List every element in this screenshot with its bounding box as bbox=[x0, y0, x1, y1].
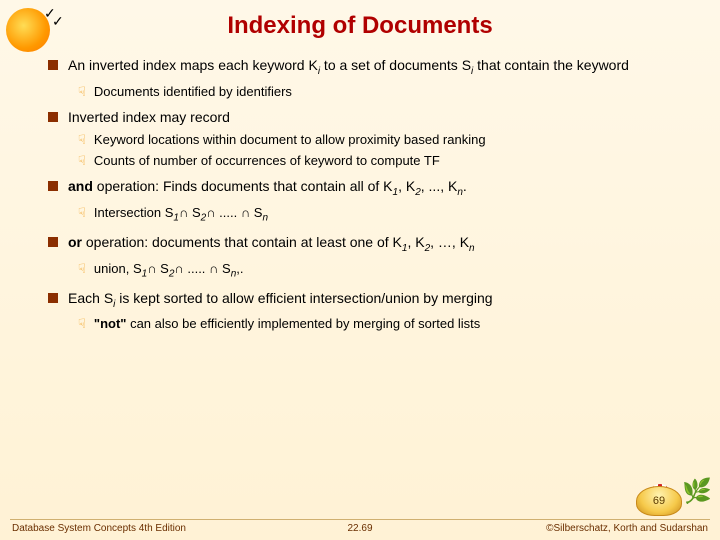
footer-center: 22.69 bbox=[244, 523, 476, 534]
footer-divider bbox=[10, 519, 710, 520]
bullet-text: An inverted index maps each keyword Ki t… bbox=[68, 57, 684, 79]
bullet-item: An inverted index maps each keyword Ki t… bbox=[48, 57, 684, 79]
footer-left: Database System Concepts 4th Edition bbox=[12, 523, 244, 534]
sub-bullet: ☟ Counts of number of occurrences of key… bbox=[78, 153, 684, 169]
bullet-icon bbox=[48, 293, 58, 303]
sub-text: Counts of number of occurrences of keywo… bbox=[94, 153, 684, 169]
sub-text: Keyword locations within document to all… bbox=[94, 132, 684, 148]
bullet-icon bbox=[48, 181, 58, 191]
sub-text: Documents identified by identifiers bbox=[94, 84, 684, 100]
hand-icon: ☟ bbox=[78, 84, 86, 100]
bullet-item: or operation: documents that contain at … bbox=[48, 234, 684, 256]
bird-icon: ✓ bbox=[52, 14, 64, 28]
hand-icon: ☟ bbox=[78, 132, 86, 148]
bullet-icon bbox=[48, 112, 58, 122]
bullet-item: and operation: Finds documents that cont… bbox=[48, 178, 684, 200]
sub-bullet: ☟ Documents identified by identifiers bbox=[78, 84, 684, 100]
sub-bullet: ☟ "not" can also be efficiently implemen… bbox=[78, 316, 684, 332]
slide-number-badge: 69 bbox=[636, 486, 682, 516]
sub-text: union, S1∩ S2∩ ..... ∩ Sn,. bbox=[94, 261, 684, 281]
bullet-icon bbox=[48, 237, 58, 247]
footer-right: ©Silberschatz, Korth and Sudarshan bbox=[476, 523, 708, 534]
sub-bullet: ☟ Keyword locations within document to a… bbox=[78, 132, 684, 148]
bullet-item: Each Si is kept sorted to allow efficien… bbox=[48, 290, 684, 312]
sub-bullet: ☟ Intersection S1∩ S2∩ ..... ∩ Sn bbox=[78, 205, 684, 225]
footer: Database System Concepts 4th Edition 22.… bbox=[0, 523, 720, 534]
bullet-text: Inverted index may record bbox=[68, 109, 684, 127]
bullet-text: or operation: documents that contain at … bbox=[68, 234, 684, 256]
hand-icon: ☟ bbox=[78, 316, 86, 332]
bullet-text: Each Si is kept sorted to allow efficien… bbox=[68, 290, 684, 312]
hand-icon: ☟ bbox=[78, 205, 86, 221]
bullet-icon bbox=[48, 60, 58, 70]
slide-content: An inverted index maps each keyword Ki t… bbox=[0, 57, 720, 332]
hand-icon: ☟ bbox=[78, 261, 86, 277]
bullet-text: and operation: Finds documents that cont… bbox=[68, 178, 684, 200]
sub-text: "not" can also be efficiently implemente… bbox=[94, 316, 684, 332]
palm-icon: 🌿 bbox=[682, 480, 702, 520]
hand-icon: ☟ bbox=[78, 153, 86, 169]
bullet-item: Inverted index may record bbox=[48, 109, 684, 127]
sub-bullet: ☟ union, S1∩ S2∩ ..... ∩ Sn,. bbox=[78, 261, 684, 281]
slide-title: Indexing of Documents bbox=[0, 0, 720, 48]
sub-text: Intersection S1∩ S2∩ ..... ∩ Sn bbox=[94, 205, 684, 225]
